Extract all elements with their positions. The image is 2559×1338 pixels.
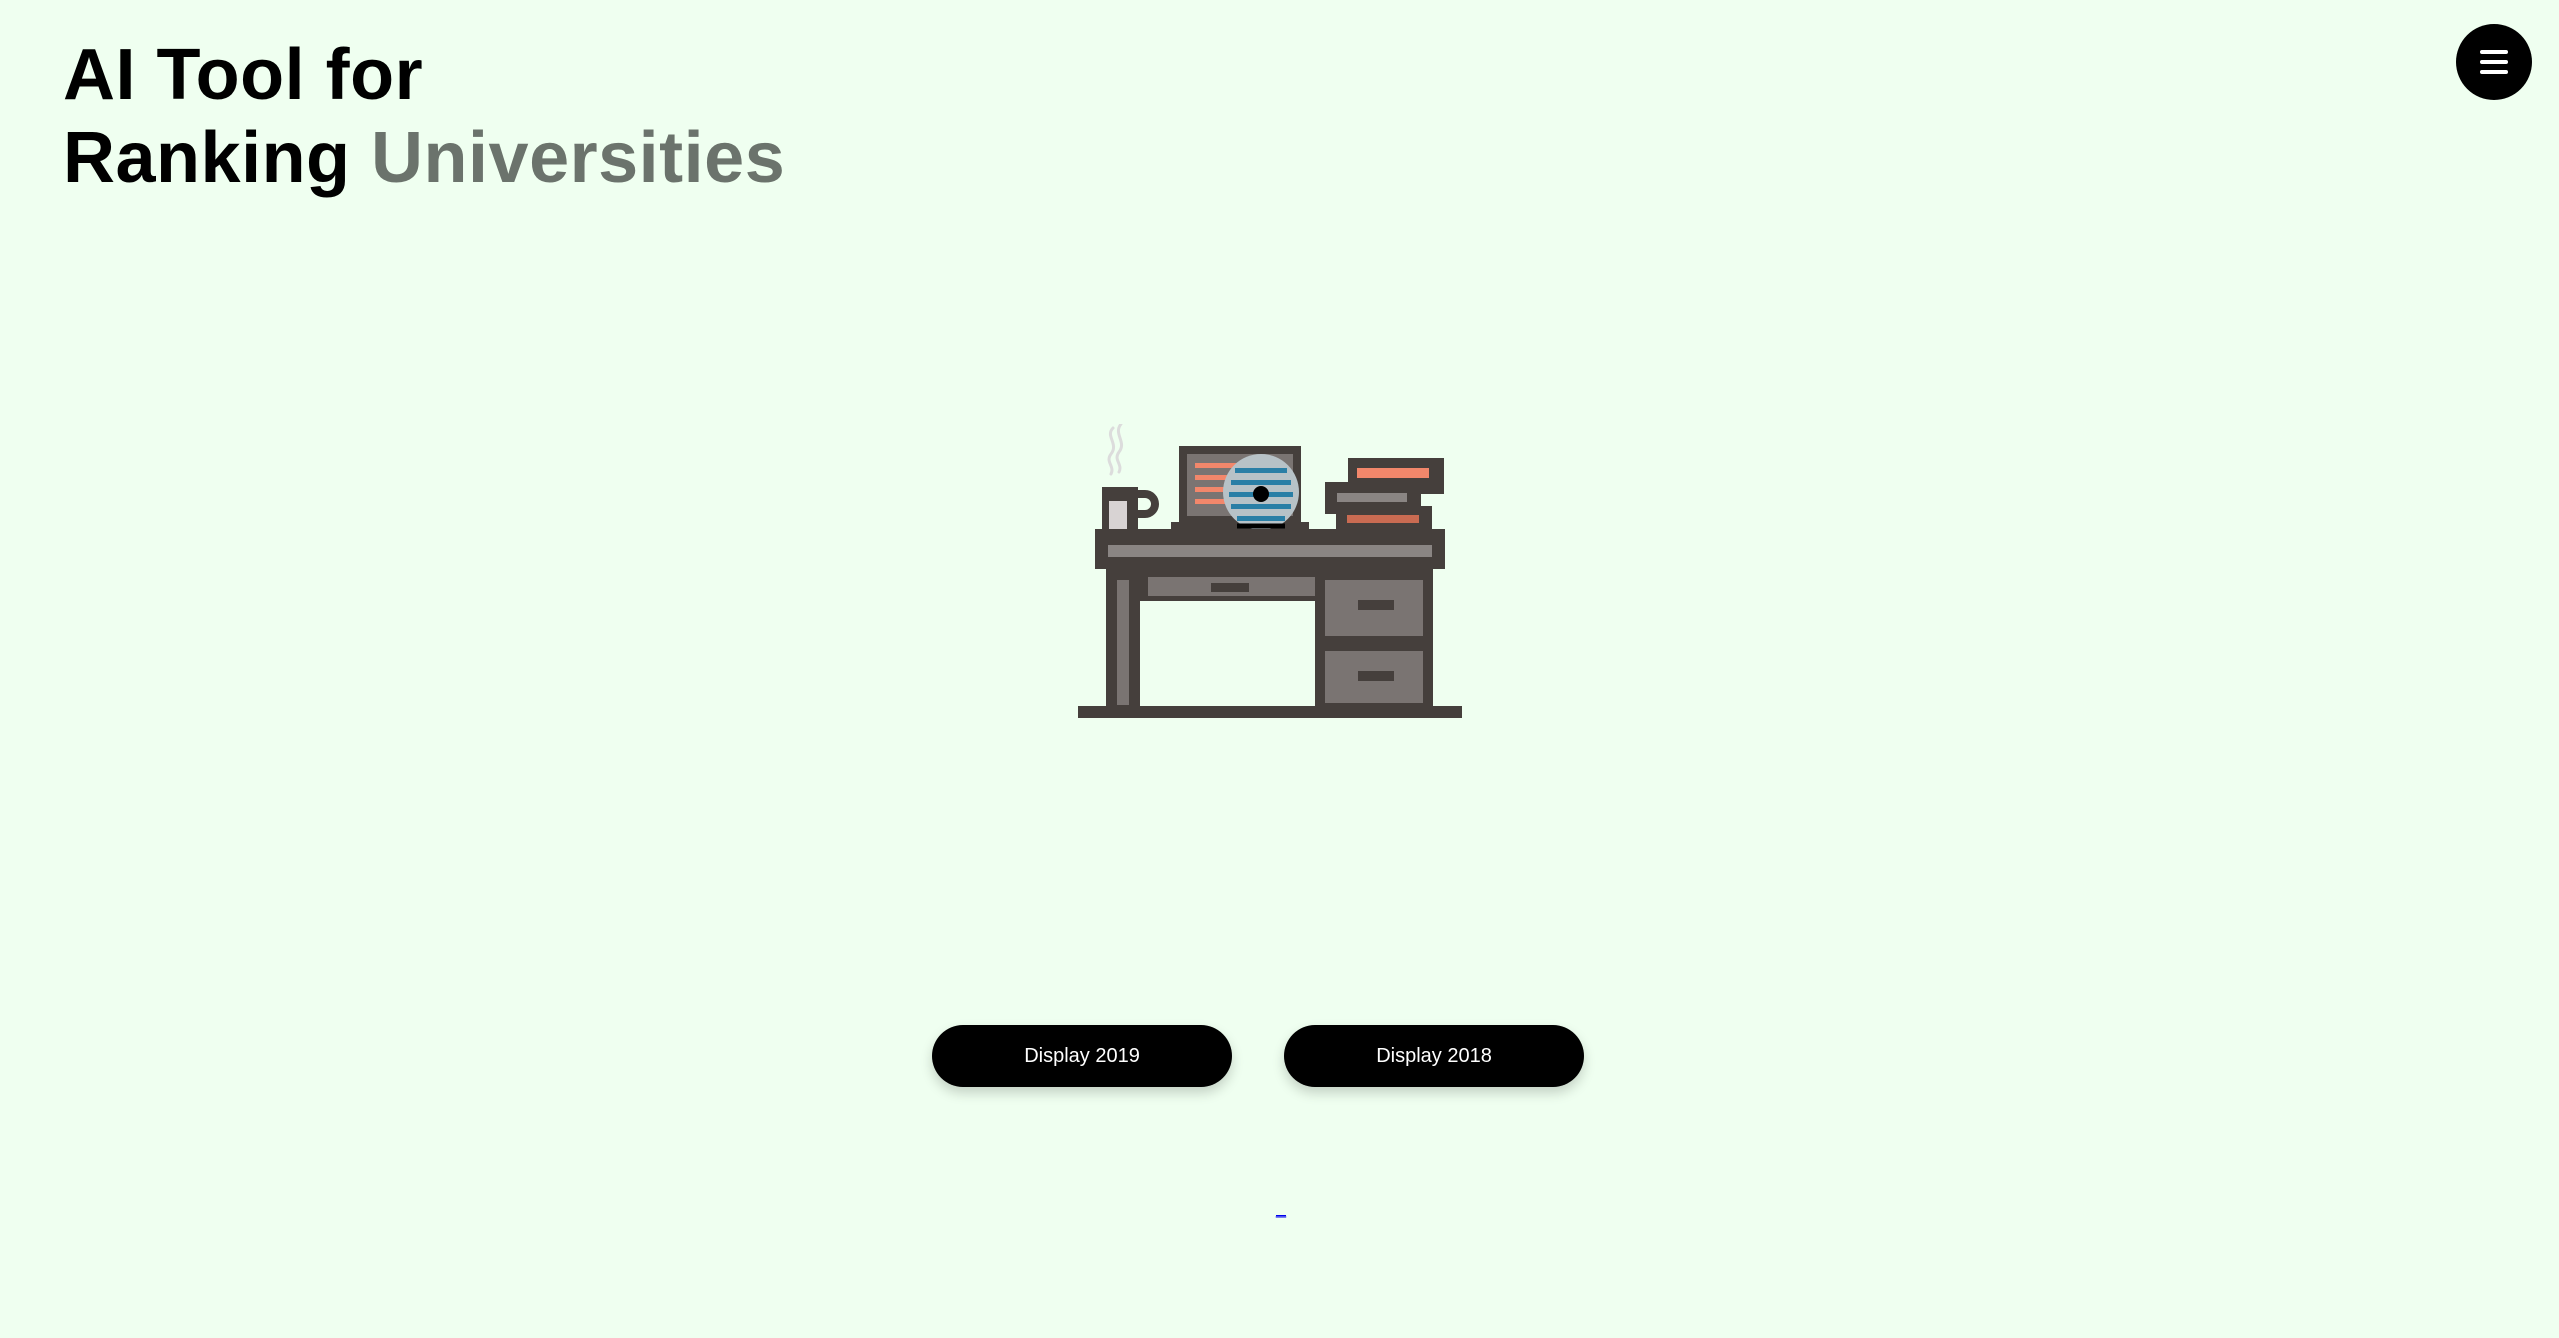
title-ranking: Ranking — [63, 118, 351, 198]
display-2019-button[interactable]: Display 2019 — [932, 1025, 1232, 1087]
display-2018-button[interactable]: Display 2018 — [1284, 1025, 1584, 1087]
book-stack-icon — [1325, 458, 1444, 532]
desk-illustration — [1078, 424, 1462, 718]
title-line-2: Ranking Universities — [63, 117, 785, 200]
search-lens-icon — [1223, 454, 1299, 530]
page-title: AI Tool for Ranking Universities — [63, 34, 785, 200]
menu-button[interactable] — [2456, 24, 2532, 100]
footer-link[interactable]: _ — [1276, 1198, 1286, 1219]
title-line-1: AI Tool for — [63, 35, 424, 115]
hamburger-menu-icon — [2480, 50, 2508, 74]
title-universities: Universities — [371, 118, 786, 198]
coffee-mug-icon — [1102, 487, 1159, 529]
desk-icon — [1078, 529, 1462, 718]
steam-icon — [1107, 424, 1124, 476]
